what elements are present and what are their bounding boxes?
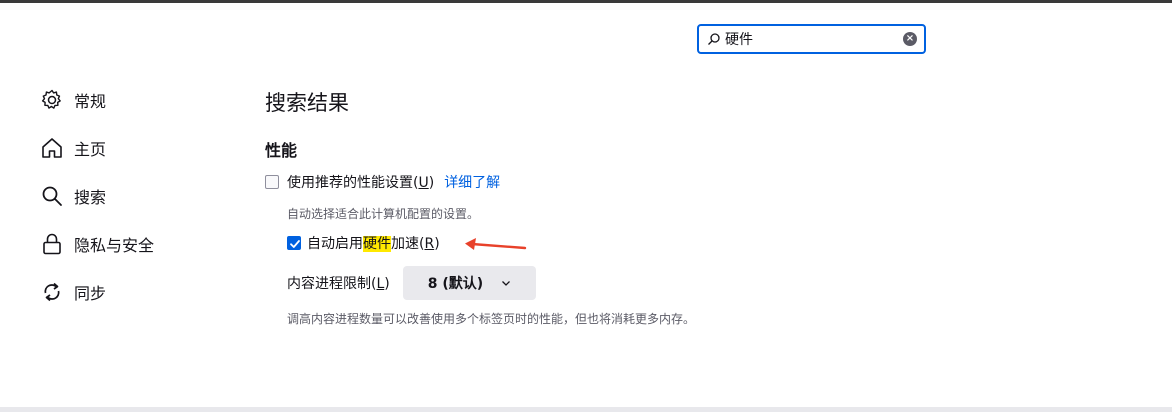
search-field[interactable]: × (697, 24, 926, 54)
sidebar-item-home[interactable]: 主页 (40, 132, 106, 164)
lock-icon (43, 233, 61, 255)
sidebar-item-general[interactable]: 常规 (40, 84, 106, 116)
sidebar-item-label: 搜索 (74, 188, 107, 207)
sidebar-item-search[interactable]: 搜索 (40, 180, 106, 212)
chevron-down-icon (502, 281, 511, 286)
home-icon (42, 138, 62, 158)
gear-icon (41, 89, 61, 109)
search-icon (708, 33, 720, 45)
sidebar-item-sync[interactable]: 同步 (40, 276, 106, 308)
search-input[interactable] (725, 29, 895, 49)
recommended-settings-checkbox[interactable] (265, 175, 279, 189)
section-title-performance: 性能 (265, 141, 298, 160)
content-process-description: 调高内容进程数量可以改善使用多个标签页时的性能，但也将消耗更多内存。 (287, 312, 696, 326)
sidebar-item-label: 主页 (74, 140, 107, 159)
sidebar-item-label: 隐私与安全 (74, 236, 155, 255)
hardware-acceleration-label[interactable]: 自动启用硬件加速(R) (307, 233, 440, 253)
sidebar-item-privacy[interactable]: 隐私与安全 (40, 228, 154, 260)
content-process-label-row: 内容进程限制(L) (287, 274, 390, 292)
window-top-border (0, 0, 1172, 3)
sidebar-item-label: 同步 (74, 284, 107, 303)
content-process-select[interactable]: 8 (默认) (403, 266, 536, 300)
page-title: 搜索结果 (265, 91, 349, 115)
recommended-settings-description: 自动选择适合此计算机配置的设置。 (287, 207, 480, 221)
hardware-acceleration-checkbox[interactable] (287, 236, 301, 250)
sync-icon (44, 282, 60, 302)
search-highlight: 硬件 (363, 236, 391, 252)
recommended-settings-label[interactable]: 使用推荐的性能设置(U) (287, 172, 434, 192)
content-process-value: 8 (默认) (427, 276, 484, 292)
sidebar-item-label: 常规 (74, 92, 107, 111)
learn-more-link[interactable]: 详细了解 (444, 172, 500, 192)
window-bottom-border (0, 407, 1172, 412)
search-icon (42, 186, 62, 206)
content-process-label: 内容进程限制(L) (287, 276, 390, 292)
hardware-acceleration-row: 自动启用硬件加速(R) (287, 234, 440, 252)
checkmark-icon (290, 240, 300, 248)
red-arrow-annotation (465, 238, 527, 250)
clear-search-icon[interactable]: × (903, 32, 917, 46)
recommended-settings-row: 使用推荐的性能设置(U) 详细了解 (265, 173, 500, 191)
